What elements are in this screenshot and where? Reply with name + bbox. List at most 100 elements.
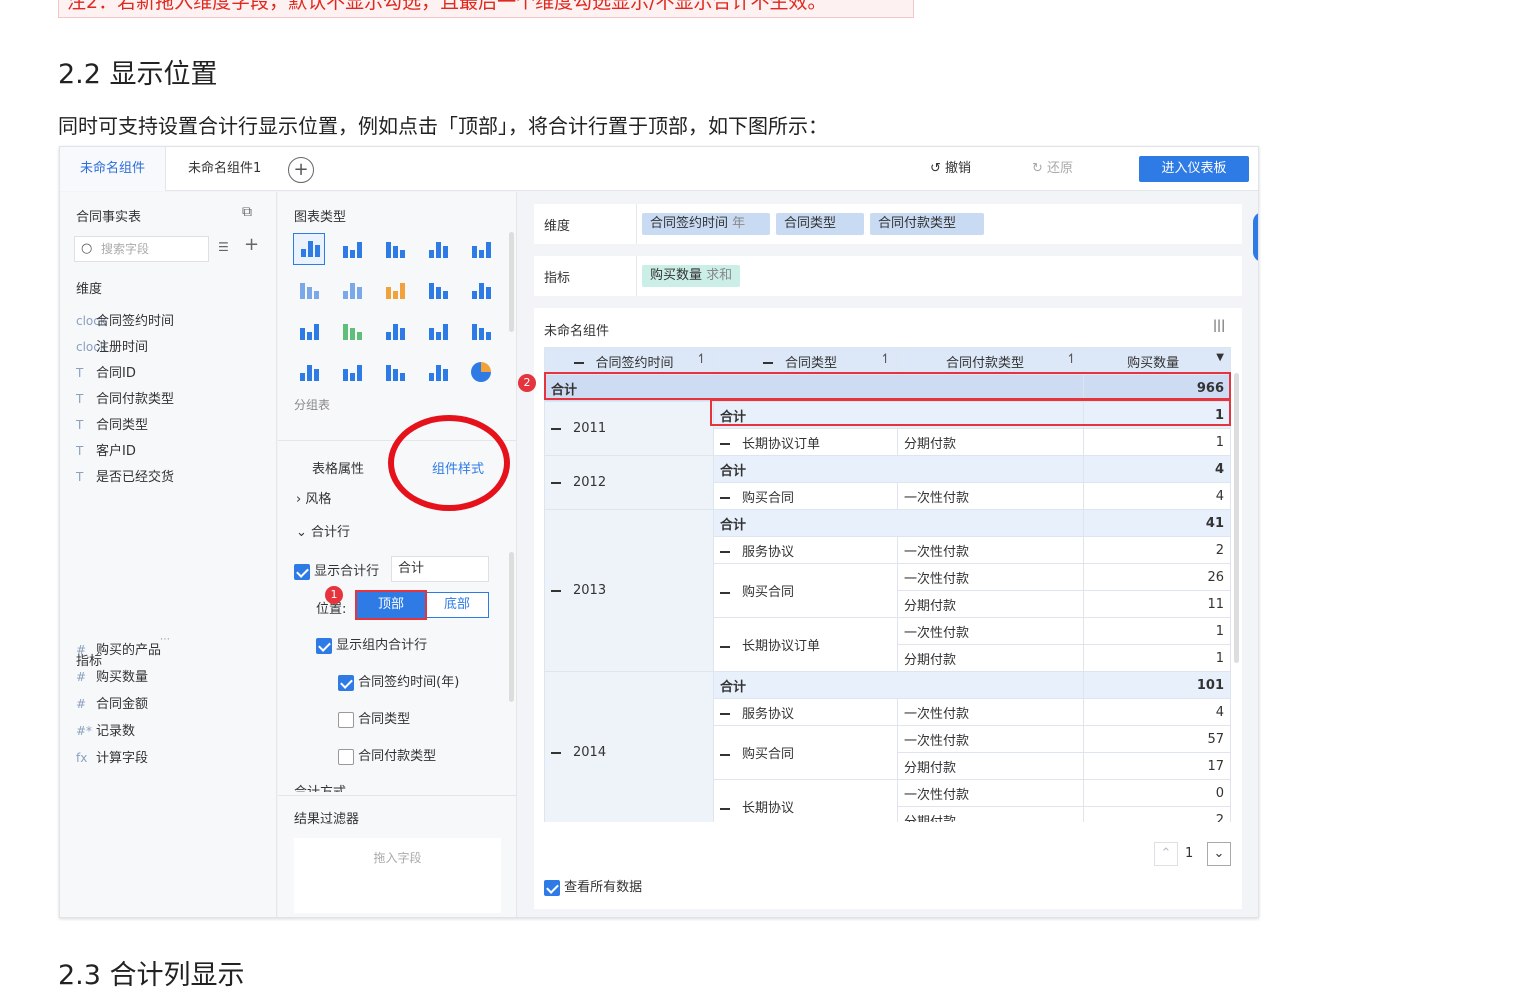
collapse-icon[interactable] — [720, 551, 730, 553]
area-chart-icon[interactable] — [336, 356, 368, 388]
scatter-chart-icon[interactable] — [379, 356, 411, 388]
table-scrollbar[interactable] — [1234, 373, 1239, 663]
page-down-button[interactable]: ⌄ — [1207, 842, 1231, 866]
heatmap-table-icon[interactable] — [422, 233, 454, 265]
dropdown-icon[interactable]: ▼ — [1216, 352, 1224, 363]
collapse-icon[interactable] — [720, 497, 730, 499]
show-group-total-checkbox[interactable]: 显示组内合计行 — [316, 634, 427, 654]
sort-icon[interactable]: ↿ — [1066, 352, 1077, 367]
add-field-icon[interactable]: + — [244, 234, 259, 255]
view-all-data-checkbox[interactable]: 查看所有数据 — [544, 876, 642, 896]
collapse-icon[interactable] — [573, 362, 584, 364]
group-total-option-type[interactable]: 合同类型 — [338, 708, 410, 728]
total-label-input[interactable]: 合计 — [391, 556, 489, 582]
group-table-icon[interactable] — [293, 233, 325, 265]
measure-field[interactable]: # 购买的产品 — [76, 639, 161, 658]
dimension-field[interactable]: clock合同签约时间 — [76, 310, 174, 329]
cross-table-icon[interactable] — [336, 233, 368, 265]
highlight-oval — [388, 415, 510, 511]
style-section[interactable]: › 风格 — [296, 488, 331, 507]
note-banner: 注2：若新拖入维度字段，默认不显示勾选，且最后一个维度勾选显示/不显示合计不生效… — [58, 0, 914, 18]
dimension-field[interactable]: clock注册时间 — [76, 336, 148, 355]
dimension-field[interactable]: T 合同ID — [76, 362, 136, 381]
measure-field[interactable]: # 购买数量 — [76, 666, 148, 685]
collapse-icon[interactable] — [720, 591, 730, 594]
chart-config-panel: 图表类型 分组表 表格属性 组件样式 › 风格 ⌄ 合计行 显示合计行 合计 位… — [278, 192, 517, 917]
table-row: 2013 合计 41 — [544, 509, 1231, 672]
color-map-icon[interactable] — [379, 274, 411, 306]
drop-field-area[interactable]: 拖入字段 — [294, 838, 501, 913]
bubble-chart-icon[interactable] — [422, 356, 454, 388]
measure-field[interactable]: # 合同金额 — [76, 693, 148, 712]
text-type-icon: T — [76, 392, 84, 406]
badge-2: 2 — [518, 374, 536, 392]
canvas-panel: 维度 合同签约时间 年合同类型 合同付款类型 指标 购买数量 求和 未命名组件 |… — [518, 192, 1258, 917]
undo-button[interactable]: ↺ 撤销 — [930, 147, 971, 191]
group-total-option-payment[interactable]: 合同付款类型 — [338, 745, 436, 765]
dimension-title: 维度 — [76, 282, 103, 297]
sort-icon[interactable]: ↿ — [880, 352, 891, 367]
tab-table-attributes[interactable]: 表格属性 — [312, 458, 364, 477]
dimension-pill[interactable]: 合同类型 — [776, 213, 864, 235]
position-bottom-button[interactable]: 底部 — [425, 592, 489, 618]
column-header[interactable]: 购买数量 ▼ — [1083, 347, 1231, 375]
tab-unnamed-widget[interactable]: 未命名组件 — [60, 147, 167, 191]
scrollbar[interactable] — [509, 552, 514, 702]
radar-chart-icon[interactable] — [293, 356, 325, 388]
dimension-field[interactable]: T 是否已经交货 — [76, 466, 174, 485]
collapse-icon[interactable] — [720, 807, 730, 810]
column-header[interactable]: 合同签约时间 ↿ — [544, 347, 714, 375]
text-type-icon: T — [76, 444, 84, 458]
waterfall-icon[interactable] — [379, 315, 411, 347]
collapse-icon[interactable] — [551, 589, 561, 592]
pie-chart-icon[interactable] — [465, 356, 497, 388]
collapse-icon[interactable] — [720, 753, 730, 756]
sort-fields-icon[interactable]: ☰ — [218, 240, 229, 254]
dimension-pill[interactable]: 合同付款类型 — [870, 213, 984, 235]
column-chart-icon[interactable] — [293, 315, 325, 347]
show-total-row-checkbox[interactable]: 显示合计行 — [294, 560, 379, 580]
collapse-icon[interactable] — [551, 481, 561, 484]
collapse-icon[interactable] — [551, 427, 561, 430]
box-plot-icon[interactable] — [422, 274, 454, 306]
line-chart-icon[interactable] — [465, 315, 497, 347]
collapse-icon[interactable] — [551, 751, 561, 754]
column-header[interactable]: 合同付款类型 ↿ — [897, 347, 1084, 375]
redo-button[interactable]: ↻ 还原 — [1032, 147, 1073, 191]
detail-table-icon[interactable] — [379, 233, 411, 265]
dimension-pill[interactable]: 合同签约时间 年 — [642, 213, 770, 235]
switch-dataset-icon[interactable]: ⧉ — [242, 204, 252, 220]
compare-table-icon[interactable] — [293, 274, 325, 306]
sort-icon[interactable]: ↿ — [696, 352, 707, 367]
dimension-field[interactable]: T 客户ID — [76, 440, 136, 459]
collapse-icon[interactable] — [763, 362, 774, 364]
add-tab-button[interactable]: + — [288, 157, 314, 183]
bullet-table-icon[interactable] — [336, 274, 368, 306]
checkbox-icon — [338, 674, 354, 691]
bar-chart-icon[interactable] — [465, 274, 497, 306]
search-field-input[interactable]: ○ 搜索字段 — [74, 236, 209, 262]
dimension-field[interactable]: T 合同付款类型 — [76, 388, 174, 407]
scrollbar[interactable] — [509, 232, 514, 332]
collapse-icon[interactable] — [720, 713, 730, 715]
kpi-card-icon[interactable] — [465, 233, 497, 265]
side-toggle[interactable] — [1253, 212, 1258, 262]
tab-unnamed-widget-1[interactable]: 未命名组件1 — [168, 147, 281, 191]
resize-handle[interactable]: ⋯ — [160, 634, 170, 645]
adjust-columns-icon[interactable]: ||| — [1213, 318, 1225, 332]
measure-field[interactable]: fx 计算字段 — [76, 747, 148, 766]
line-area-icon[interactable] — [422, 315, 454, 347]
collapse-icon[interactable] — [720, 645, 730, 648]
measure-field[interactable]: #* 记录数 — [76, 720, 135, 739]
collapse-icon[interactable] — [720, 443, 730, 445]
measure-pill[interactable]: 购买数量 求和 — [642, 265, 741, 287]
column-header[interactable]: 合同类型 ↿ — [713, 347, 898, 375]
search-icon: ○ — [81, 241, 93, 256]
enter-dashboard-button[interactable]: 进入仪表板 — [1139, 156, 1249, 182]
page-up-button[interactable]: ⌃ — [1154, 842, 1178, 866]
dimension-field[interactable]: T 合同类型 — [76, 414, 148, 433]
checkbox-icon — [316, 637, 332, 654]
total-row-section[interactable]: ⌄ 合计行 — [296, 521, 350, 540]
stacked-bar-icon[interactable] — [336, 315, 368, 347]
group-total-option-year[interactable]: 合同签约时间(年) — [338, 671, 459, 691]
